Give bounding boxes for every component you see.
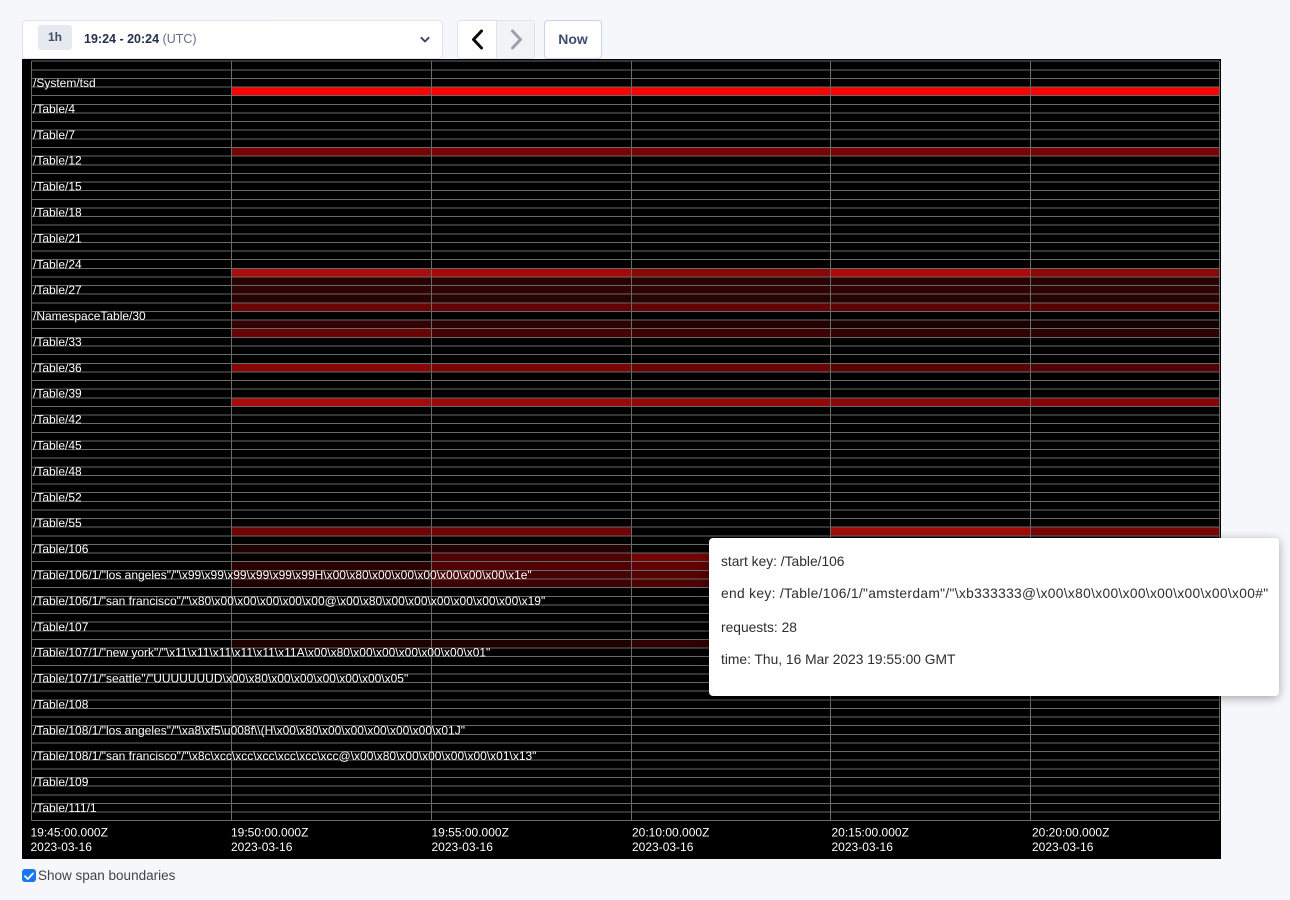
svg-text:/NamespaceTable/30: /NamespaceTable/30: [33, 309, 146, 323]
svg-text:/Table/106: /Table/106: [33, 542, 89, 556]
svg-text:/Table/18: /Table/18: [33, 206, 82, 220]
svg-text:/Table/111/1: /Table/111/1: [33, 801, 97, 815]
svg-text:2023-03-16: 2023-03-16: [1032, 840, 1094, 854]
svg-text:20:15:00.000Z: 20:15:00.000Z: [832, 826, 909, 840]
svg-text:/Table/107: /Table/107: [33, 620, 89, 634]
svg-text:2023-03-16: 2023-03-16: [632, 840, 694, 854]
svg-text:/Table/21: /Table/21: [33, 231, 82, 245]
svg-text:/Table/27: /Table/27: [33, 283, 82, 297]
svg-text:/Table/52: /Table/52: [33, 490, 82, 504]
svg-text:/Table/106/1/"san francisco"/": /Table/106/1/"san francisco"/"\x80\x00\x…: [33, 594, 545, 608]
svg-text:/System/tsd: /System/tsd: [33, 76, 96, 90]
svg-text:/Table/48: /Table/48: [33, 464, 82, 478]
svg-text:/Table/39: /Table/39: [33, 387, 82, 401]
svg-text:/Table/4: /Table/4: [33, 102, 75, 116]
svg-text:/Table/108/1/"los angeles"/"\x: /Table/108/1/"los angeles"/"\xa8\xf5\u00…: [33, 723, 465, 737]
svg-text:/Table/45: /Table/45: [33, 439, 82, 453]
svg-text:20:10:00.000Z: 20:10:00.000Z: [632, 826, 709, 840]
svg-text:20:20:00.000Z: 20:20:00.000Z: [1032, 826, 1109, 840]
svg-text:2023-03-16: 2023-03-16: [432, 840, 494, 854]
svg-text:19:45:00.000Z: 19:45:00.000Z: [31, 826, 108, 840]
svg-text:/Table/42: /Table/42: [33, 413, 82, 427]
svg-text:19:55:00.000Z: 19:55:00.000Z: [432, 826, 509, 840]
svg-text:/Table/107/1/"new york"/"\x11\: /Table/107/1/"new york"/"\x11\x11\x11\x1…: [33, 646, 490, 660]
svg-text:/Table/108: /Table/108: [33, 697, 89, 711]
svg-text:/Table/55: /Table/55: [33, 516, 82, 530]
svg-text:/Table/36: /Table/36: [33, 361, 82, 375]
svg-text:2023-03-16: 2023-03-16: [31, 840, 93, 854]
svg-text:/Table/107/1/"seattle"/"UUUUUU: /Table/107/1/"seattle"/"UUUUUUUD\x00\x80…: [33, 672, 408, 686]
svg-text:19:50:00.000Z: 19:50:00.000Z: [231, 826, 308, 840]
svg-text:/Table/106/1/"los angeles"/"\x: /Table/106/1/"los angeles"/"\x99\x99\x99…: [33, 568, 532, 582]
svg-text:/Table/33: /Table/33: [33, 335, 82, 349]
svg-text:/Table/24: /Table/24: [33, 257, 82, 271]
svg-text:2023-03-16: 2023-03-16: [231, 840, 293, 854]
svg-text:2023-03-16: 2023-03-16: [832, 840, 894, 854]
svg-text:/Table/7: /Table/7: [33, 128, 75, 142]
svg-text:/Table/12: /Table/12: [33, 154, 82, 168]
svg-text:/Table/109: /Table/109: [33, 775, 89, 789]
svg-text:/Table/15: /Table/15: [33, 180, 82, 194]
svg-text:/Table/108/1/"san francisco"/": /Table/108/1/"san francisco"/"\x8c\xcc\x…: [33, 749, 536, 763]
